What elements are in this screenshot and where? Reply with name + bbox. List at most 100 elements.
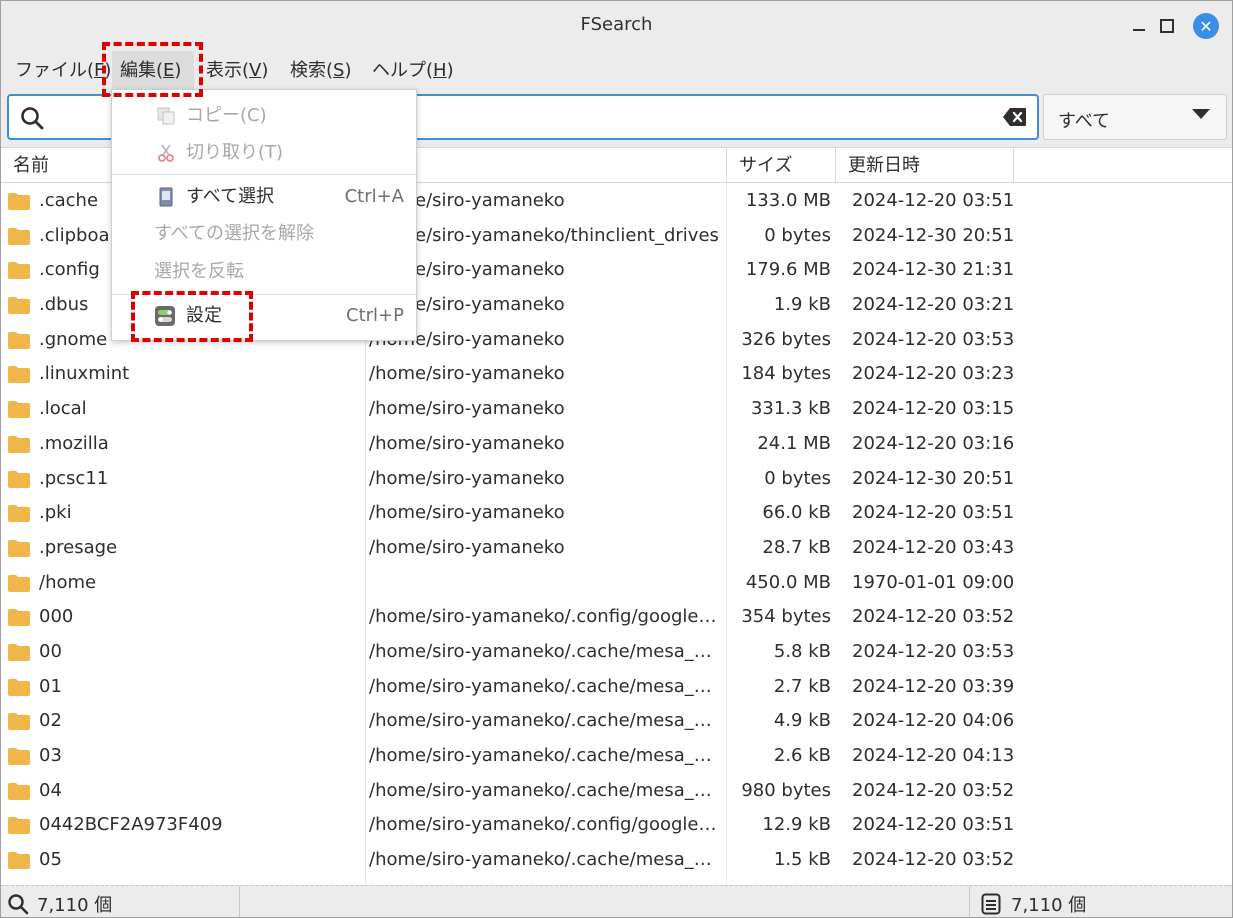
row-size: 2.6 kB <box>773 745 831 766</box>
clear-text-icon[interactable] <box>1003 107 1027 127</box>
folder-icon <box>8 297 30 315</box>
menu-item-select-all[interactable]: すべて選択 Ctrl+A <box>112 179 416 215</box>
row-path: /home/siro-yamaneko <box>369 502 565 524</box>
folder-icon <box>8 366 30 384</box>
table-row[interactable]: 00/home/siro-yamaneko/.cache/mesa_s… 5.8 … <box>1 635 1232 670</box>
menu-file-label: ファイル( <box>15 60 95 81</box>
filter-dropdown[interactable]: すべて <box>1043 94 1227 140</box>
folder-icon <box>8 539 30 557</box>
row-name: 02 <box>39 710 62 732</box>
row-size: 0 bytes <box>764 467 831 489</box>
status-search-count: 7,110 個 <box>7 891 112 917</box>
row-size: 1.9 kB <box>773 294 831 316</box>
table-row[interactable]: 02/home/siro-yamaneko/.cache/mesa_s… 4.9 … <box>1 704 1232 739</box>
menu-item-deselect-all-label: すべての選択を解除 <box>154 223 315 244</box>
row-size: 450.0 MB <box>745 571 831 593</box>
search-icon <box>21 107 44 130</box>
close-button[interactable]: ✕ <box>1191 11 1221 41</box>
menu-item-invert-selection[interactable]: 選択を反転 <box>112 254 416 290</box>
status-right-count: 7,110 個 <box>1011 895 1087 916</box>
row-name: 00 <box>39 640 62 662</box>
row-path: /home/siro-yamaneko <box>369 294 565 316</box>
table-row[interactable]: .mozilla/home/siro-yamaneko 24.1 MB 2024-1… <box>1 427 1232 462</box>
row-size: 179.6 MB <box>745 259 831 281</box>
close-icon: ✕ <box>1193 13 1219 39</box>
scissors-icon <box>158 144 174 162</box>
row-path: /home/siro-yamaneko <box>369 467 565 489</box>
table-row[interactable]: .pki/home/siro-yamaneko 66.0 kB 2024-12-20… <box>1 496 1232 531</box>
menu-view[interactable]: 表示(V) <box>198 51 276 91</box>
row-name: .local <box>39 398 87 420</box>
row-size: 28.7 kB <box>762 536 831 558</box>
row-name: 03 <box>39 745 62 766</box>
row-path: /home/siro-yamaneko <box>369 398 565 420</box>
menu-view-suffix: ) <box>261 60 269 81</box>
menu-view-mnemonic: V <box>249 60 262 81</box>
menu-item-copy[interactable]: コピー(C) <box>112 98 416 134</box>
row-date: 2024-12-20 03:52 <box>852 849 1015 871</box>
table-row[interactable]: 01/home/siro-yamaneko/.cache/mesa_s… 2.7 … <box>1 670 1232 705</box>
menu-item-cut-label: 切り取り(T) <box>186 142 284 163</box>
row-date: 2024-12-20 03:53 <box>852 640 1015 662</box>
row-date: 2024-12-20 03:23 <box>852 363 1015 385</box>
folder-icon <box>8 505 30 523</box>
row-path: /home/siro-yamaneko <box>369 328 565 350</box>
menu-item-select-all-label: すべて選択 <box>186 186 275 207</box>
table-row[interactable]: .pcsc11/home/siro-yamaneko 0 bytes 2024-12… <box>1 462 1232 497</box>
table-row[interactable]: .presage/home/siro-yamaneko 28.7 kB 2024-1… <box>1 531 1232 566</box>
menu-item-deselect-all[interactable]: すべての選択を解除 <box>112 216 416 252</box>
folder-icon <box>8 678 30 696</box>
row-name: /home <box>39 571 97 593</box>
menu-help-mnemonic: H <box>433 60 447 81</box>
row-date: 2024-12-20 03:53 <box>852 328 1015 350</box>
table-row[interactable]: .local/home/siro-yamaneko 331.3 kB 2024-12… <box>1 392 1232 427</box>
row-size: 24.1 MB <box>757 432 831 454</box>
row-date: 2024-12-20 03:21 <box>852 294 1015 316</box>
folder-icon <box>8 748 30 765</box>
menu-item-cut[interactable]: 切り取り(T) <box>112 135 416 171</box>
row-path: /home/siro-yamaneko/.config/google-… <box>369 814 721 836</box>
minimize-icon <box>1133 29 1145 31</box>
row-size: 2.7 kB <box>773 675 831 697</box>
column-header-date[interactable]: 更新日時 <box>836 148 1014 183</box>
search-icon <box>8 894 29 915</box>
folder-icon <box>8 227 30 245</box>
row-size: 0 bytes <box>764 224 831 246</box>
row-size: 5.8 kB <box>773 640 831 662</box>
table-row[interactable]: 03/home/siro-yamaneko/.cache/mesa_s… 2.6 … <box>1 739 1232 774</box>
row-name: .pcsc11 <box>39 467 109 489</box>
row-size: 66.0 kB <box>762 502 831 524</box>
folder-icon <box>8 470 30 488</box>
menu-help[interactable]: ヘルプ(H) <box>364 51 462 91</box>
folder-icon <box>8 643 30 661</box>
row-size: 354 bytes <box>741 606 831 628</box>
row-path: /home/siro-yamaneko/.cache/mesa_s… <box>369 779 721 801</box>
table-row[interactable]: 05/home/siro-yamaneko/.cache/mesa_s… 1.5 … <box>1 843 1232 878</box>
menu-help-suffix: ) <box>446 60 454 81</box>
row-size: 12.9 kB <box>762 814 831 836</box>
table-row[interactable]: 04/home/siro-yamaneko/.cache/mesa_s… 980 … <box>1 774 1232 809</box>
table-row[interactable]: .linuxmint/home/siro-yamaneko 184 bytes 20… <box>1 357 1232 392</box>
menu-search[interactable]: 検索(S) <box>282 51 360 91</box>
maximize-button[interactable] <box>1152 11 1182 41</box>
row-name: .mozilla <box>39 432 109 454</box>
column-header-path[interactable] <box>366 148 727 183</box>
column-header-size[interactable]: サイズ <box>727 148 836 183</box>
row-date: 1970-01-01 09:00 <box>852 571 1015 593</box>
status-divider <box>239 886 240 917</box>
row-date: 2024-12-30 20:51 <box>852 467 1015 489</box>
row-date: 2024-12-20 03:16 <box>852 432 1015 454</box>
minimize-button[interactable] <box>1124 11 1154 41</box>
folder-icon <box>8 331 30 349</box>
table-row[interactable]: /home 450.0 MB 1970-01-01 09:00 <box>1 566 1232 601</box>
folder-icon <box>8 713 30 731</box>
row-date: 2024-12-20 03:15 <box>852 398 1015 420</box>
row-path: /home/siro-yamaneko/.config/google-… <box>369 606 721 628</box>
row-size: 184 bytes <box>741 363 831 385</box>
table-row[interactable]: 000/home/siro-yamaneko/.config/google-… 3… <box>1 600 1232 635</box>
maximize-icon <box>1160 19 1174 33</box>
row-name: 04 <box>39 779 62 801</box>
row-path: /home/siro-yamaneko <box>369 190 565 211</box>
fsearch-window: FSearch ✕ ファイル(F) 編集(E) 表示(V) 検索(S) ヘルプ(… <box>0 0 1233 918</box>
table-row[interactable]: 0442BCF2A973F409/home/siro-yamaneko/.con… <box>1 808 1232 843</box>
